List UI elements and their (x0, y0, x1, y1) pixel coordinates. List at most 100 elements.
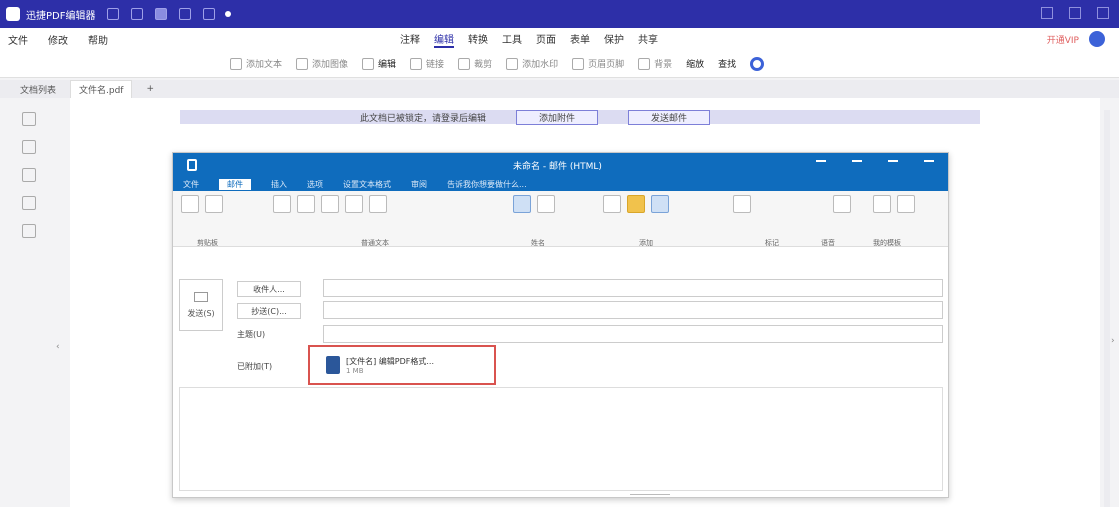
save-icon[interactable] (187, 159, 197, 171)
address-book-icon[interactable] (513, 195, 531, 213)
outlook-tab-file[interactable]: 文件 (183, 179, 199, 190)
zoom-label[interactable]: 缩放 (686, 57, 704, 70)
link-button[interactable]: 链接 (410, 57, 444, 70)
outlook-tab-insert[interactable]: 插入 (271, 179, 287, 190)
attachment-size: 1 MB (346, 366, 364, 375)
pdf-file-icon (326, 356, 340, 374)
menu-file[interactable]: 文件 (8, 32, 28, 47)
comment-icon[interactable] (22, 168, 36, 182)
background-button[interactable]: 背景 (638, 57, 672, 70)
paste-icon[interactable] (181, 195, 199, 213)
outlook-tab-options[interactable]: 选项 (307, 179, 323, 190)
watermark-button[interactable]: 添加水印 (506, 57, 558, 70)
close-icon[interactable] (924, 160, 934, 170)
tab-doc-list[interactable]: 文档列表 (20, 83, 56, 96)
open-icon[interactable] (107, 8, 120, 20)
attachment-chip[interactable]: [文件名] 编辑PDF格式... 1 MB (308, 345, 496, 385)
subject-field[interactable] (323, 325, 943, 343)
align-icon[interactable] (369, 195, 387, 213)
save-icon[interactable] (131, 8, 144, 20)
notice-bar: 此文档已被锁定，请登录后编辑 添加附件 发送邮件 (180, 109, 980, 125)
more-icon[interactable] (225, 11, 232, 17)
add-tab-icon[interactable]: + (146, 84, 154, 94)
tab-edit[interactable]: 编辑 (434, 31, 454, 48)
menu-help[interactable]: 帮助 (88, 32, 108, 47)
tab-convert[interactable]: 转换 (468, 31, 488, 48)
menu-edit[interactable]: 修改 (48, 32, 68, 47)
add-text-button[interactable]: 添加文本 (230, 57, 282, 70)
group-clipboard (181, 195, 223, 239)
tab-annotate[interactable]: 注释 (400, 31, 420, 48)
vertical-scrollbar[interactable] (1104, 110, 1110, 507)
tab-protect[interactable]: 保护 (604, 31, 624, 48)
outlook-tab-format[interactable]: 设置文本格式 (343, 179, 391, 190)
cc-button[interactable]: 抄送(C)... (237, 303, 301, 319)
header-footer-button[interactable]: 页眉页脚 (572, 57, 624, 70)
find-label[interactable]: 查找 (718, 57, 736, 70)
group-voice (833, 195, 851, 239)
attachment-icon[interactable] (22, 196, 36, 210)
flag-icon[interactable] (733, 195, 751, 213)
tab-form[interactable]: 表单 (570, 31, 590, 48)
cc-field[interactable] (323, 301, 943, 319)
send-mail-button[interactable]: 发送邮件 (628, 109, 711, 125)
edit-button[interactable]: 编辑 (362, 57, 396, 70)
group-tags (733, 195, 751, 239)
thumbnail-icon[interactable] (22, 112, 36, 126)
tab-share[interactable]: 共享 (638, 31, 658, 48)
dictate-icon[interactable] (833, 195, 851, 213)
check-names-icon[interactable] (537, 195, 555, 213)
page-indicator (630, 494, 670, 502)
undo-icon[interactable] (179, 8, 192, 20)
outlook-titlebar: 未命名 - 邮件 (HTML) (173, 153, 948, 177)
attach-file-icon[interactable] (603, 195, 621, 213)
outlook-tab-message[interactable]: 邮件 (219, 178, 251, 190)
attachment-name: [文件名] 编辑PDF格式... (346, 356, 434, 366)
search-icon[interactable] (22, 224, 36, 238)
tell-me-field[interactable]: 告诉我你想要做什么... (447, 179, 527, 190)
outlook-tab-review[interactable]: 审阅 (411, 179, 427, 190)
outlook-ribbon: 剪贴板 普通文本 姓名 添加 标记 语音 我的模板 (173, 191, 948, 247)
font-color-icon[interactable] (345, 195, 363, 213)
group-basic-text (273, 195, 387, 239)
signature-icon[interactable] (651, 195, 669, 213)
prev-page-arrow-icon[interactable]: ‹ (56, 342, 60, 352)
bookmark-icon[interactable] (22, 140, 36, 154)
close-icon[interactable] (1097, 7, 1109, 19)
ribbon-options-icon[interactable] (816, 160, 826, 170)
outlook-title: 未命名 - 邮件 (HTML) (513, 161, 602, 172)
left-rail (0, 98, 52, 507)
minimize-icon[interactable] (852, 160, 862, 170)
add-image-button[interactable]: 添加图像 (296, 57, 348, 70)
window-controls (1041, 7, 1109, 19)
message-body[interactable] (179, 387, 943, 491)
crop-icon (458, 57, 471, 70)
minimize-icon[interactable] (1041, 7, 1053, 19)
upgrade-link[interactable]: 开通VIP (1047, 33, 1079, 46)
add-attachment-button[interactable]: 添加附件 (516, 109, 599, 125)
to-field[interactable] (323, 279, 943, 297)
send-button[interactable]: 发送(S) (179, 279, 223, 331)
print-icon[interactable] (155, 8, 168, 20)
tab-tools[interactable]: 工具 (502, 31, 522, 48)
subject-label: 主题(U) (237, 330, 266, 339)
underline-icon[interactable] (321, 195, 339, 213)
redo-icon[interactable] (203, 8, 216, 20)
addin-icon[interactable] (897, 195, 915, 213)
crop-button[interactable]: 裁剪 (458, 57, 492, 70)
edit-ribbon: 添加文本 添加图像 编辑 链接 裁剪 添加水印 页眉页脚 背景 缩放 查找 (0, 50, 1119, 78)
italic-icon[interactable] (297, 195, 315, 213)
to-button[interactable]: 收件人... (237, 281, 301, 297)
next-page-arrow-icon[interactable]: › (1111, 336, 1115, 346)
maximize-icon[interactable] (888, 160, 898, 170)
cut-icon[interactable] (205, 195, 223, 213)
tab-pages[interactable]: 页面 (536, 31, 556, 48)
avatar[interactable] (1089, 31, 1105, 47)
bold-icon[interactable] (273, 195, 291, 213)
ocr-icon[interactable] (750, 56, 765, 71)
attach-item-icon[interactable] (627, 195, 645, 213)
tab-current-doc[interactable]: 文件名.pdf (70, 79, 133, 99)
maximize-icon[interactable] (1069, 7, 1081, 19)
compose-form: 发送(S) 收件人... 抄送(C)... 主题(U) 已附加(T) [文件名]… (173, 247, 950, 497)
template-icon[interactable] (873, 195, 891, 213)
